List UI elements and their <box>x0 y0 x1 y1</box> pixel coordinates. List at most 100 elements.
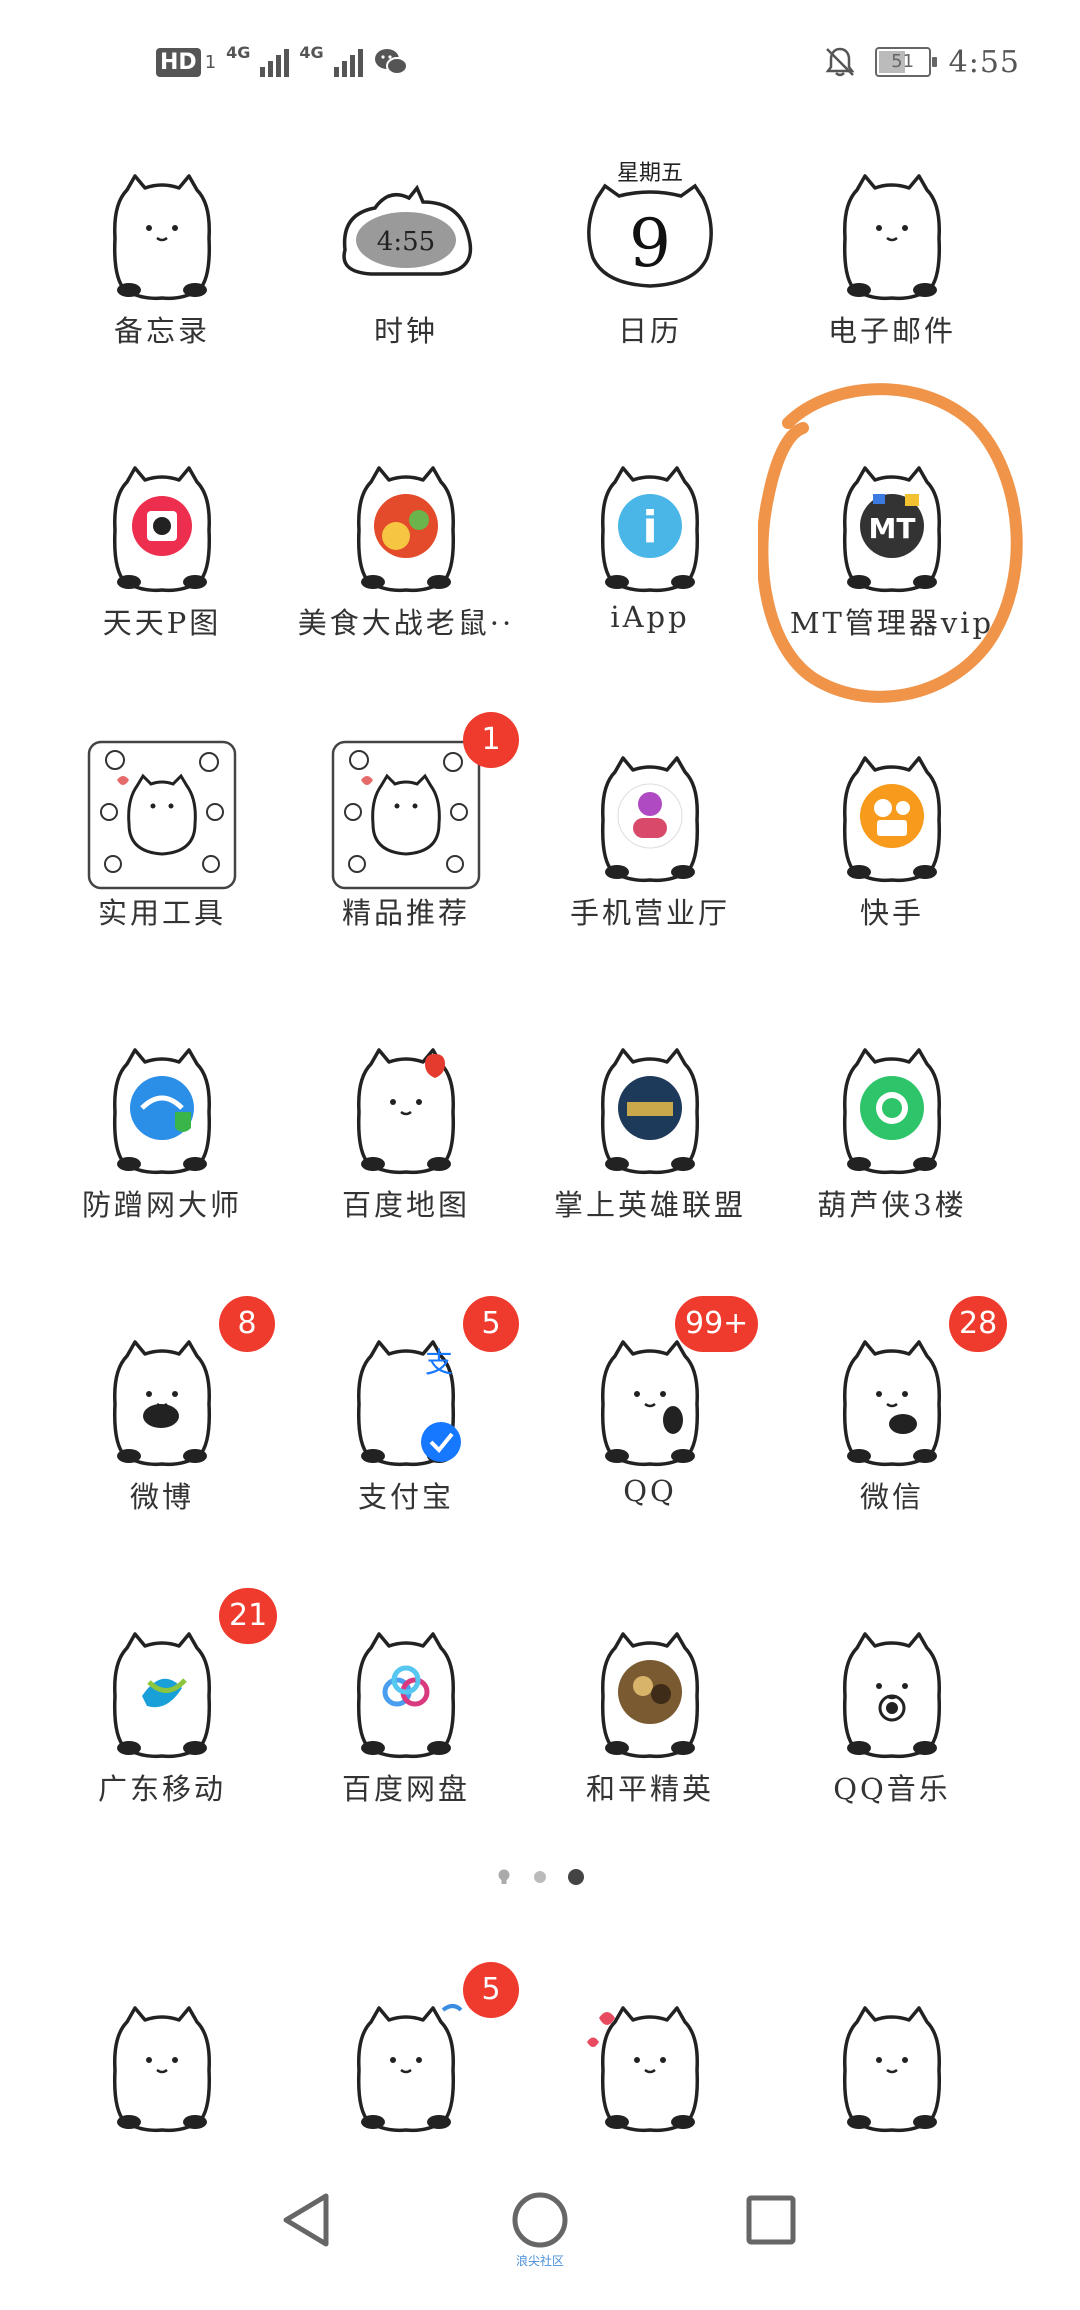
svg-text:i: i <box>642 502 657 553</box>
network-type-1: 4G <box>226 42 251 62</box>
app-cat-kuaishou[interactable]: 快手 <box>767 740 1017 1030</box>
cat-kuaishou-icon <box>817 740 967 890</box>
cat-unicom-icon <box>575 740 725 890</box>
notification-badge: 99+ <box>675 1296 759 1352</box>
folder-recommend-icon <box>331 740 481 890</box>
svg-text:9: 9 <box>629 205 671 282</box>
app-label: 美食大战老鼠·· <box>297 606 515 640</box>
clock-widget-text: 4:55 <box>377 227 435 257</box>
app-cat-wifi-guard[interactable]: 防蹭网大师 <box>37 1032 287 1322</box>
app-label: 掌上英雄联盟 <box>553 1188 746 1222</box>
recents-button[interactable] <box>731 2180 811 2260</box>
cat-weibo-icon <box>87 1324 237 1474</box>
cat-dock-messages-icon <box>331 1990 481 2140</box>
app-label: 时钟 <box>373 314 438 348</box>
status-right: 51 4:55 <box>823 38 1020 86</box>
app-label: 支付宝 <box>357 1480 454 1514</box>
app-label: QQ <box>623 1474 677 1508</box>
app-label: 防蹭网大师 <box>81 1188 242 1222</box>
cat-peace-elite-icon <box>575 1616 725 1766</box>
page-dot[interactable] <box>534 1871 546 1883</box>
wechat-notification-icon <box>374 49 408 75</box>
dock-app[interactable] <box>37 1990 287 2150</box>
app-label: 微博 <box>129 1480 194 1514</box>
cat-email-icon <box>817 158 967 308</box>
app-label: QQ音乐 <box>833 1772 951 1806</box>
svg-text:支: 支 <box>425 1346 453 1379</box>
cat-calendar-icon: 星期五 9 <box>575 158 725 308</box>
cat-china-mobile-icon <box>87 1616 237 1766</box>
notification-badge: 28 <box>949 1296 1008 1352</box>
app-label: 日历 <box>617 314 682 348</box>
notification-badge: 1 <box>463 712 519 768</box>
dock-app[interactable] <box>767 1990 1017 2150</box>
cat-baidu-pan-icon <box>331 1616 481 1766</box>
cat-wechat-icon <box>817 1324 967 1474</box>
app-cat-memo[interactable]: 备忘录 <box>37 158 287 448</box>
app-label: 实用工具 <box>97 896 226 930</box>
app-cat-huluxia[interactable]: 葫芦侠3楼 <box>767 1032 1017 1322</box>
app-label: 手机营业厅 <box>569 896 730 930</box>
status-bar: HD 1 4G 4G 51 4:55 <box>0 0 1080 120</box>
hd-badge: HD <box>156 47 201 77</box>
app-cat-mt-manager[interactable]: MT MT管理器vip <box>767 450 1017 740</box>
notification-badge: 5 <box>463 1296 519 1352</box>
dock-app[interactable] <box>525 1990 775 2150</box>
app-cat-china-mobile[interactable]: 广东移动 21 <box>37 1588 287 1906</box>
app-label: 微信 <box>859 1480 924 1514</box>
app-cat-lol[interactable]: 掌上英雄联盟 <box>525 1032 775 1322</box>
app-label: 天天P图 <box>102 606 222 640</box>
sim-number: 1 <box>204 51 217 73</box>
home-button[interactable] <box>500 2180 580 2260</box>
app-cat-qq-music[interactable]: QQ音乐 <box>767 1616 1017 1906</box>
cat-clock-icon: 4:55 <box>331 158 481 308</box>
app-label: 广东移动 <box>97 1772 226 1806</box>
svg-text:星期五: 星期五 <box>617 161 683 186</box>
network-type-2: 4G <box>299 42 324 62</box>
app-cat-clock[interactable]: 4:55 时钟 <box>281 158 531 448</box>
app-cat-qq[interactable]: QQ 99+ <box>525 1296 775 1614</box>
page-dot-active[interactable] <box>568 1869 584 1885</box>
dock-app[interactable]: 5 <box>281 1962 531 2150</box>
lightbulb-icon <box>498 1869 510 1884</box>
cat-ptu-icon <box>87 450 237 600</box>
cat-dock-love-icon <box>575 1990 725 2140</box>
notification-badge: 8 <box>219 1296 275 1352</box>
app-cat-alipay[interactable]: 支 支付宝 5 <box>281 1296 531 1614</box>
notification-badge: 21 <box>219 1588 278 1644</box>
app-cat-wechat[interactable]: 微信 28 <box>767 1296 1017 1614</box>
app-cat-food-war[interactable]: 美食大战老鼠·· <box>281 450 531 740</box>
app-label: 快手 <box>859 896 924 930</box>
cat-huluxia-icon <box>817 1032 967 1182</box>
app-cat-email[interactable]: 电子邮件 <box>767 158 1017 448</box>
app-cat-calendar[interactable]: 星期五 9 日历 <box>525 158 775 448</box>
app-folder-recommend[interactable]: 精品推荐 1 <box>281 712 531 1030</box>
app-cat-unicom[interactable]: 手机营业厅 <box>525 740 775 1030</box>
app-cat-baidu-map[interactable]: 百度地图 <box>281 1032 531 1322</box>
status-time: 4:55 <box>948 44 1020 80</box>
app-label: 电子邮件 <box>827 314 956 348</box>
svg-text:MT: MT <box>869 512 916 545</box>
signal-icon <box>333 47 363 77</box>
battery-icon: 51 <box>874 47 937 77</box>
app-cat-iapp[interactable]: i iApp <box>525 450 775 740</box>
app-label: 葫芦侠3楼 <box>817 1188 967 1222</box>
page-indicator[interactable] <box>0 1868 1080 1886</box>
cat-qq-music-icon <box>817 1616 967 1766</box>
app-label: 精品推荐 <box>341 896 470 930</box>
notification-badge: 5 <box>463 1962 519 2018</box>
app-cat-baidu-pan[interactable]: 百度网盘 <box>281 1616 531 1906</box>
cat-food-war-icon <box>331 450 481 600</box>
cat-baidu-map-icon <box>331 1032 481 1182</box>
app-folder-tools[interactable]: 实用工具 <box>37 740 287 1030</box>
navigation-bar: 浪尖社区 <box>0 2140 1080 2310</box>
app-label: MT管理器vip <box>789 606 995 640</box>
cat-dock-phone-icon <box>87 1990 237 2140</box>
battery-level: 51 <box>891 51 915 72</box>
app-cat-weibo[interactable]: 微博 8 <box>37 1296 287 1614</box>
cat-iapp-icon: i <box>575 450 725 600</box>
back-button[interactable] <box>268 2180 348 2260</box>
app-cat-peace-elite[interactable]: 和平精英 <box>525 1616 775 1906</box>
app-cat-ptu[interactable]: 天天P图 <box>37 450 287 740</box>
watermark-caption: 浪尖社区 <box>515 2254 564 2268</box>
